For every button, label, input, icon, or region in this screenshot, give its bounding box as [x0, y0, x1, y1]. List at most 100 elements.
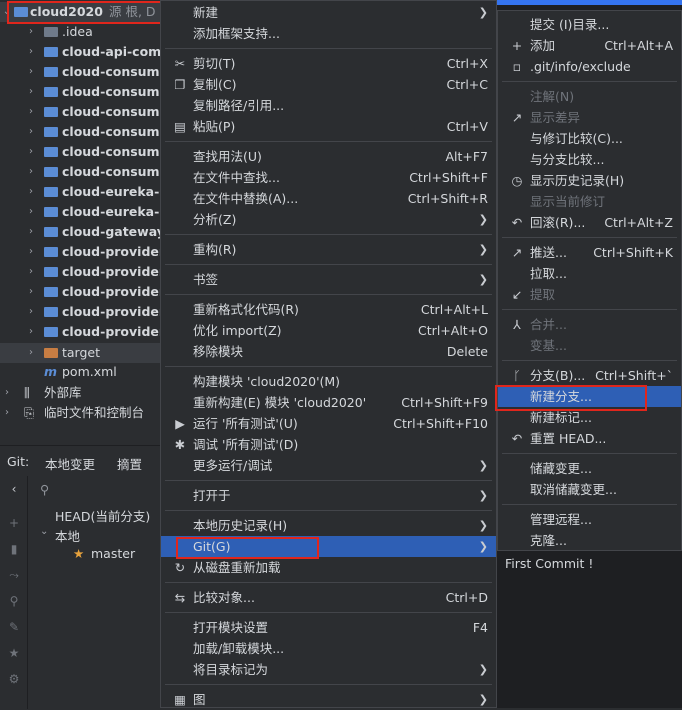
tree-item-cloud-consumer[interactable]: › cloud-consumer [0, 62, 160, 82]
tab-local-changes[interactable]: 本地变更 [45, 454, 95, 473]
commit-message[interactable]: First Commit ! [505, 556, 593, 571]
tree-item-cloud-consumer[interactable]: › cloud-consumer [0, 122, 160, 142]
menu-item-h[interactable]: ◷ 显示历史记录(H) [498, 170, 681, 191]
menu-item-item[interactable]: 新建分支... [498, 386, 681, 407]
tree-item-cloud-provider[interactable]: › cloud-provider- [0, 282, 160, 302]
menu-item-item[interactable]: 打开于 ❯ [161, 485, 496, 506]
tree-root-row[interactable]: ⌄ cloud2020 源 根, D [0, 2, 160, 22]
menu-item-r[interactable]: ↶ 回滚(R)... Ctrl+Alt+Z [498, 212, 681, 233]
tree-item-cloud-api-comm[interactable]: › cloud-api-comm [0, 42, 160, 62]
menu-item-item[interactable]: 书签 ❯ [161, 269, 496, 290]
tree-item-cloud-provider[interactable]: › cloud-provider- [0, 322, 160, 342]
menu-item-item[interactable]: 加载/卸载模块... [161, 638, 496, 659]
menu-item-item[interactable]: 移除模块 Delete [161, 341, 496, 362]
search-icon[interactable]: ⚲ [40, 482, 49, 497]
tree-item-cloud-provider[interactable]: › cloud-provider- [0, 302, 160, 322]
tree-item-cloud-eureka-se[interactable]: › cloud-eureka-se [0, 202, 160, 222]
menu-item-r[interactable]: 重构(R) ❯ [161, 239, 496, 260]
menu-item-t[interactable]: ✂ 剪切(T) Ctrl+X [161, 53, 496, 74]
tree-item-cloud-consumer[interactable]: › cloud-consumer [0, 162, 160, 182]
chevron-right-icon[interactable]: › [26, 162, 36, 182]
menu-item-item[interactable]: 克隆... [498, 530, 681, 551]
tree-item-cloud-gateway[interactable]: › cloud-gateway- [0, 222, 160, 242]
menu-item-item[interactable]: 在文件中查找... Ctrl+Shift+F [161, 167, 496, 188]
tab-shelf[interactable]: 摘置 [117, 454, 142, 473]
menu-item-d[interactable]: ✱ 调试 '所有测试'(D) [161, 434, 496, 455]
menu-item-item[interactable]: 新建标记... [498, 407, 681, 428]
chevron-right-icon[interactable]: › [26, 242, 36, 262]
delete-icon[interactable]: ▮ [7, 542, 21, 556]
chevron-right-icon[interactable]: › [26, 142, 36, 162]
menu-item-item[interactable]: 添加框架支持... [161, 23, 496, 44]
local-branches-label[interactable]: 本地 [55, 526, 80, 545]
menu-item-item[interactable]: ▦ 图 ❯ [161, 689, 496, 710]
edit-icon[interactable]: ✎ [7, 620, 21, 634]
menu-item-c[interactable]: 与修订比较(C)... [498, 128, 681, 149]
add-icon[interactable]: + [7, 516, 21, 530]
chevron-down-icon[interactable]: ⌄ [2, 2, 12, 22]
menu-item-git-info-exclude[interactable]: ▫ .git/info/exclude [498, 56, 681, 77]
menu-item-item[interactable]: 新建 ❯ [161, 2, 496, 23]
chevron-right-icon[interactable]: › [26, 62, 36, 82]
tree-item-cloud-consumer[interactable]: › cloud-consumer [0, 142, 160, 162]
head-branch-label[interactable]: HEAD(当前分支) [55, 506, 150, 525]
external-libraries-row[interactable]: › ⫼ 外部库 [0, 383, 160, 403]
tree-item-cloud-consumer[interactable]: › cloud-consumer [0, 102, 160, 122]
menu-item-r[interactable]: 重新格式化代码(R) Ctrl+Alt+L [161, 299, 496, 320]
menu-item-item[interactable]: ↻ 从磁盘重新加载 [161, 557, 496, 578]
chevron-right-icon[interactable]: › [26, 302, 36, 322]
menu-item-git-g[interactable]: Git(G) ❯ [161, 536, 496, 557]
menu-item-cloud2020-m[interactable]: 构建模块 'cloud2020'(M) [161, 371, 496, 392]
menu-item-import-z[interactable]: 优化 import(Z) Ctrl+Alt+O [161, 320, 496, 341]
star-icon[interactable]: ★ [7, 646, 21, 660]
tree-item-idea[interactable]: › .idea [0, 22, 160, 42]
master-branch-label[interactable]: master [91, 546, 135, 561]
tree-item-cloud-provider[interactable]: › cloud-provider- [0, 242, 160, 262]
menu-item-c[interactable]: ❐ 复制(C) Ctrl+C [161, 74, 496, 95]
menu-item-head[interactable]: ↶ 重置 HEAD... [498, 428, 681, 449]
menu-item-item[interactable]: ↗ 推送... Ctrl+Shift+K [498, 242, 681, 263]
menu-item-item[interactable]: 复制路径/引用... [161, 95, 496, 116]
chevron-down-icon[interactable]: ⌄ [40, 526, 48, 537]
menu-item-item[interactable]: 更多运行/调试 ❯ [161, 455, 496, 476]
chevron-right-icon[interactable]: › [26, 202, 36, 222]
merge-icon[interactable]: ⤳ [7, 568, 21, 583]
chevron-right-icon[interactable]: › [26, 222, 36, 242]
chevron-right-icon[interactable]: › [26, 322, 36, 342]
chevron-right-icon[interactable]: › [26, 262, 36, 282]
menu-item-item[interactable]: 拉取... [498, 263, 681, 284]
tree-item-cloud-provider[interactable]: › cloud-provider- [0, 262, 160, 282]
menu-item-item[interactable]: ⇆ 比较对象... Ctrl+D [161, 587, 496, 608]
collapse-icon[interactable]: ‹ [7, 482, 21, 496]
chevron-right-icon[interactable]: › [26, 102, 36, 122]
chevron-right-icon[interactable]: › [26, 42, 36, 62]
menu-item-b[interactable]: ᚴ 分支(B)... Ctrl+Shift+` [498, 365, 681, 386]
tree-item-target[interactable]: › target [0, 343, 160, 363]
tree-item-cloud-eureka-se[interactable]: › cloud-eureka-se [0, 182, 160, 202]
menu-item-item[interactable]: 管理远程... [498, 509, 681, 530]
menu-item-u[interactable]: 查找用法(U) Alt+F7 [161, 146, 496, 167]
menu-item-e-cloud2020[interactable]: 重新构建(E) 模块 'cloud2020' Ctrl+Shift+F9 [161, 392, 496, 413]
chevron-right-icon[interactable]: › [2, 403, 12, 423]
menu-item-item[interactable]: 取消储藏变更... [498, 479, 681, 500]
menu-item-item[interactable]: 打开模块设置 F4 [161, 617, 496, 638]
tree-item-pom-xml[interactable]: m pom.xml [0, 362, 160, 382]
menu-item-z[interactable]: 分析(Z) ❯ [161, 209, 496, 230]
chevron-right-icon[interactable]: › [26, 282, 36, 302]
chevron-right-icon[interactable]: › [2, 383, 12, 403]
menu-item-u[interactable]: ▶ 运行 '所有测试'(U) Ctrl+Shift+F10 [161, 413, 496, 434]
menu-item-a[interactable]: 在文件中替换(A)... Ctrl+Shift+R [161, 188, 496, 209]
menu-item-item[interactable]: 储藏变更... [498, 458, 681, 479]
tree-item-cloud-consumer[interactable]: › cloud-consumer [0, 82, 160, 102]
search-icon[interactable]: ⚲ [7, 594, 21, 608]
settings-icon[interactable]: ⚙ [7, 672, 21, 686]
chevron-right-icon[interactable]: › [26, 182, 36, 202]
chevron-right-icon[interactable]: › [26, 343, 36, 363]
menu-item-h[interactable]: 本地历史记录(H) ❯ [161, 515, 496, 536]
scratches-row[interactable]: › ⎘ 临时文件和控制台 [0, 403, 160, 423]
chevron-right-icon[interactable]: › [26, 122, 36, 142]
menu-item-item[interactable]: 将目录标记为 ❯ [161, 659, 496, 680]
menu-item-item[interactable]: 与分支比较... [498, 149, 681, 170]
chevron-right-icon[interactable]: › [26, 82, 36, 102]
menu-item-p[interactable]: ▤ 粘贴(P) Ctrl+V [161, 116, 496, 137]
